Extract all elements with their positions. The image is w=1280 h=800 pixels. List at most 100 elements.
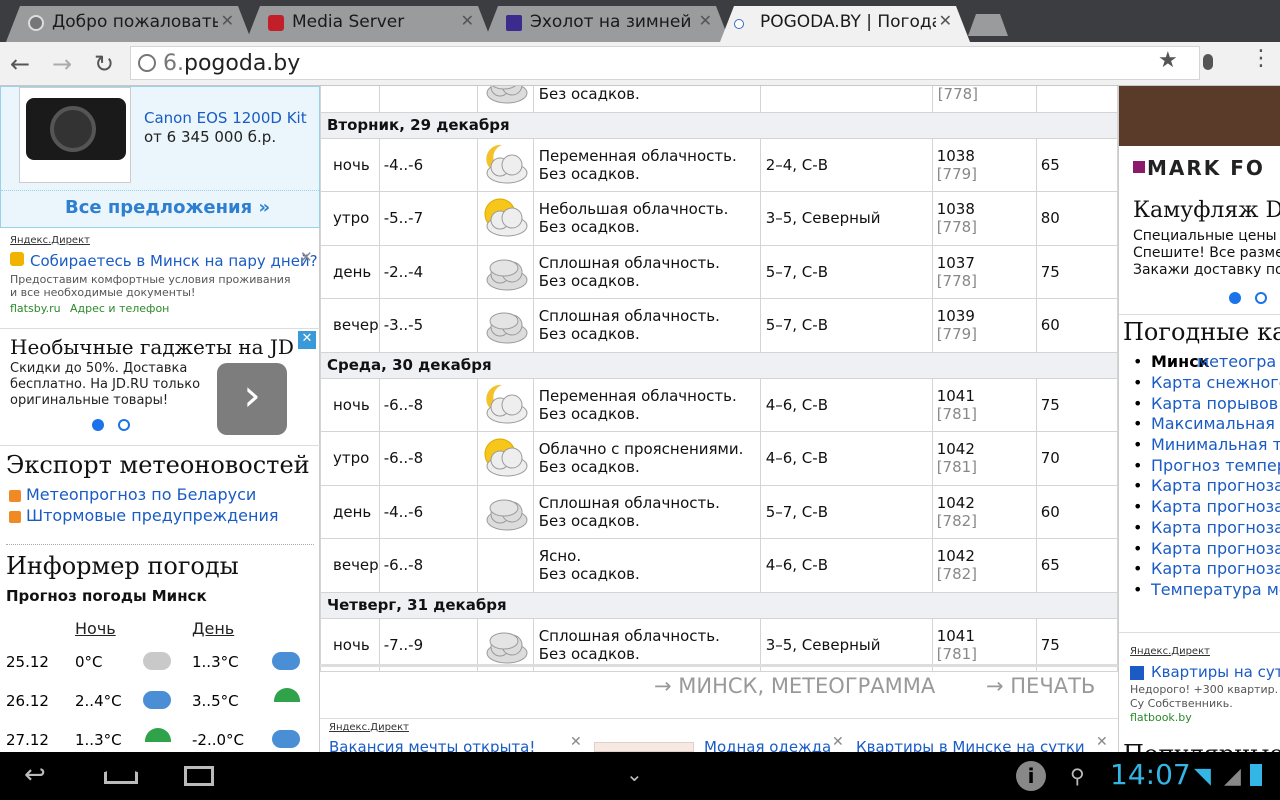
info-icon[interactable]: i — [1016, 761, 1046, 791]
promo-title[interactable]: Камуфляж De — [1133, 198, 1280, 223]
map-link[interactable]: Карта прогноза — [1151, 518, 1280, 537]
jd-ad-block[interactable]: ✕ Необычные гаджеты на JD Скидки до 50%.… — [0, 328, 320, 446]
list-item[interactable]: • Прогноз темпер — [1119, 456, 1280, 477]
list-item[interactable]: • Температура мо — [1119, 580, 1280, 601]
bottom-ad1-link[interactable]: Вакансия мечты открыта! — [329, 738, 535, 752]
forward-icon[interactable]: → — [52, 50, 72, 78]
tab-media-server[interactable]: Media Server ✕ — [246, 6, 492, 42]
omnibox[interactable]: 6.pogoda.by — [130, 46, 1200, 80]
list-item[interactable]: • Карта прогноза — [1119, 559, 1280, 580]
close-ad-icon[interactable]: ✕ — [570, 734, 582, 750]
list-item[interactable]: • Карта прогноза — [1119, 518, 1280, 539]
list-item[interactable]: • Карта снежного — [1119, 373, 1280, 394]
all-offers-link[interactable]: Все предложения » — [65, 197, 270, 218]
product-name-link[interactable]: Canon EOS 1200D Kit — [144, 109, 307, 127]
period-cell: утро — [320, 191, 380, 246]
camera-image[interactable] — [19, 87, 131, 183]
map-link[interactable]: Карта прогноза — [1151, 476, 1280, 495]
reload-icon[interactable]: ↻ — [94, 50, 114, 78]
icon-cell — [476, 86, 534, 113]
desc-cell: Небольшая облачность. Без осадков. — [532, 191, 761, 246]
close-ad-icon[interactable]: ✕ — [832, 734, 844, 750]
map-link[interactable]: Максимальная т — [1151, 414, 1280, 433]
meteogram-link[interactable]: метеогра — [1197, 352, 1276, 371]
signal-icon: ◢ — [1224, 764, 1241, 789]
ad1-contacts-link[interactable]: Адрес и телефон — [70, 302, 169, 315]
desc-line: Ясно. — [538, 547, 582, 566]
home-nav-icon[interactable] — [104, 766, 138, 784]
back-nav-icon[interactable]: ↩ — [24, 760, 46, 790]
print-link[interactable]: → ПЕЧАТЬ — [986, 674, 1095, 698]
url-text[interactable]: 6.pogoda.by — [163, 51, 300, 76]
bottom-ad2-link[interactable]: Модная одежда — [704, 738, 831, 752]
pressure-mmhg: [782] — [936, 565, 978, 584]
list-item[interactable]: • Карта прогноза — [1119, 539, 1280, 560]
informer-day-temp: 1..3°C — [192, 653, 239, 671]
recent-apps-icon[interactable] — [184, 766, 214, 786]
bullet: • — [1133, 414, 1143, 434]
map-link[interactable]: Минимальная те — [1151, 435, 1280, 454]
back-icon[interactable]: ← — [10, 50, 30, 78]
yandex-direct-label[interactable]: Яндекс.Директ — [10, 235, 90, 246]
close-tab-icon[interactable]: ✕ — [461, 11, 474, 30]
close-tab-icon[interactable]: ✕ — [221, 11, 234, 30]
map-link[interactable]: Прогноз темпер — [1151, 456, 1280, 475]
close-tab-icon[interactable]: ✕ — [939, 11, 952, 30]
yandex-direct-label[interactable]: Яндекс.Директ — [1130, 646, 1210, 657]
carousel-dot-active[interactable] — [92, 419, 104, 431]
export-link-storm[interactable]: Штормовые предупреждения — [26, 506, 278, 525]
carousel-dot[interactable] — [1255, 292, 1267, 304]
close-ad-icon[interactable]: ✕ — [1096, 734, 1108, 750]
list-item[interactable]: • Карта прогноза — [1119, 497, 1280, 518]
tab-echolot[interactable]: Эхолот на зимней ✕ — [484, 6, 730, 42]
map-link[interactable]: Температура мо — [1151, 580, 1280, 599]
desc-cell: Ясно. Без осадков. — [532, 538, 761, 593]
wind-cell: 4–6, С-В — [759, 538, 933, 593]
search-icon[interactable]: ⚲ — [1070, 764, 1085, 788]
map-link[interactable]: Карта снежного — [1151, 373, 1280, 392]
pressure-mmhg: [779] — [936, 164, 978, 183]
map-link[interactable]: Карта прогноза — [1151, 539, 1280, 558]
map-link[interactable]: Карта порывов в — [1151, 394, 1280, 413]
map-link[interactable]: Карта прогноза — [1151, 559, 1280, 578]
right-ad-url-link[interactable]: flatbook.by — [1130, 711, 1192, 724]
new-tab-button[interactable] — [968, 14, 1008, 36]
bookmark-star-icon[interactable]: ★ — [1158, 48, 1178, 73]
table-row: утро -6..-8 Облачно с прояснениями. Без оса… — [320, 431, 1119, 486]
yandex-direct-label[interactable]: Яндекс.Директ — [329, 722, 409, 733]
bottom-ad3-link[interactable]: Квартиры в Минске на сутки — [856, 738, 1085, 752]
brand-name[interactable]: MARK FO — [1147, 156, 1265, 180]
close-ad-icon[interactable]: ✕ — [300, 248, 313, 266]
adchoices-icon[interactable]: ✕ — [298, 331, 316, 349]
carousel-dot[interactable] — [118, 419, 130, 431]
fashion-banner-image[interactable] — [1119, 86, 1280, 146]
list-item[interactable]: • Минск метеогра — [1119, 352, 1280, 373]
ad1-url-link[interactable]: flatsby.ru — [10, 302, 61, 315]
wind-cell: 3–5, Северный — [759, 191, 933, 246]
right-ad-title-link[interactable]: Квартиры на сутк — [1151, 663, 1280, 681]
map-link[interactable]: Карта прогноза — [1151, 497, 1280, 516]
list-item[interactable]: • Карта порывов в — [1119, 394, 1280, 415]
table-row: день -2..-4 Сплошная облачность. Без осадко… — [320, 244, 1119, 299]
menu-icon[interactable]: ⋮ — [1250, 46, 1272, 71]
chevron-down-icon[interactable]: ⌄ — [626, 762, 643, 786]
list-item[interactable]: • Максимальная т — [1119, 414, 1280, 435]
ad-image[interactable] — [594, 742, 694, 752]
carousel-dot-active[interactable] — [1229, 292, 1241, 304]
table-row: вечер -6..-8 Ясно. Без осадков. 4–6, С-В 1042… — [320, 538, 1119, 593]
list-item[interactable]: • Карта прогноза — [1119, 476, 1280, 497]
promo-line: Специальные цены — [1133, 228, 1277, 244]
status-clock: 14:07 — [1110, 758, 1191, 791]
close-tab-icon[interactable]: ✕ — [699, 11, 712, 30]
ad1-title-link[interactable]: Собираетесь в Минск на пару дней? — [30, 252, 318, 270]
chevron-right-icon[interactable]: › — [217, 363, 287, 435]
export-link-meteo[interactable]: Метеопрогноз по Беларуси — [26, 485, 256, 504]
ad2-title[interactable]: Необычные гаджеты на JD — [10, 335, 294, 359]
tab-welcome[interactable]: Добро пожаловать ✕ — [6, 6, 252, 42]
meteogram-link[interactable]: → МИНСК, МЕТЕОГРАММА — [654, 674, 935, 698]
icon-cell — [476, 244, 534, 299]
microphone-icon[interactable] — [1203, 54, 1213, 70]
period-cell: день — [320, 484, 380, 539]
list-item[interactable]: • Минимальная те — [1119, 435, 1280, 456]
tab-pogoda[interactable]: POGODA.BY | Погода ✕ — [720, 6, 970, 42]
